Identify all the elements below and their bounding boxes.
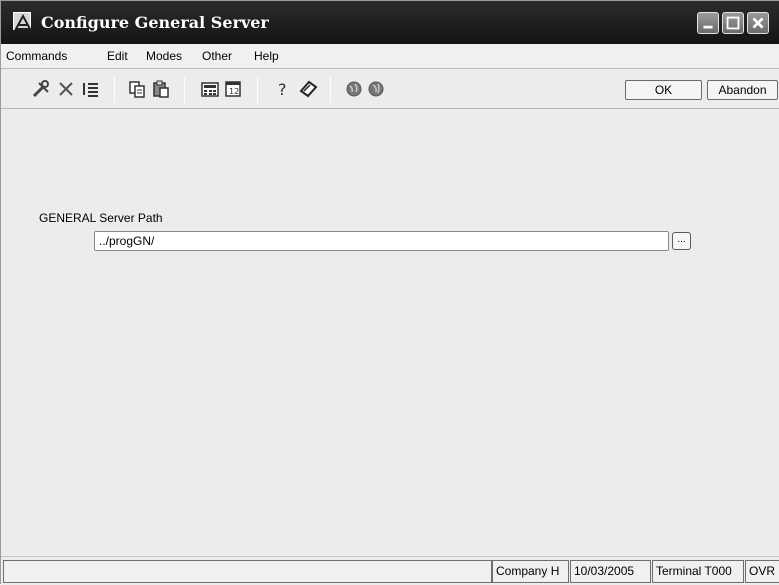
list-icon[interactable] xyxy=(81,79,101,99)
menu-other[interactable]: Other xyxy=(202,49,232,63)
globe-back-icon[interactable] xyxy=(344,79,364,99)
app-icon xyxy=(13,12,32,30)
menu-help[interactable]: Help xyxy=(254,49,279,63)
configure-general-server-window: Configure General Server Commands Edit M… xyxy=(0,0,779,585)
paste-icon[interactable] xyxy=(151,79,171,99)
menu-bar: Commands Edit Modes Other Help xyxy=(1,44,779,69)
title-bar[interactable]: Configure General Server xyxy=(1,1,779,44)
svg-text:12: 12 xyxy=(229,87,239,96)
menu-edit[interactable]: Edit xyxy=(107,49,128,63)
calendar-icon[interactable]: 12 xyxy=(223,79,243,99)
browse-button[interactable]: ... xyxy=(672,232,691,250)
calculator-icon[interactable] xyxy=(200,79,220,99)
status-company: Company H xyxy=(492,560,569,583)
status-date: 10/03/2005 xyxy=(570,560,651,583)
toolbar-separator xyxy=(184,77,185,103)
server-path-input[interactable] xyxy=(94,231,669,251)
toolbar-separator xyxy=(330,77,331,103)
globe-forward-icon[interactable] xyxy=(366,79,386,99)
close-x-icon[interactable] xyxy=(56,79,76,99)
minimize-button[interactable] xyxy=(697,12,719,34)
book-icon[interactable] xyxy=(298,79,318,99)
svg-text:?: ? xyxy=(278,80,287,99)
window-title: Configure General Server xyxy=(41,13,269,32)
toolbar-separator xyxy=(114,77,115,103)
help-icon[interactable]: ? xyxy=(274,79,294,99)
toolbar: 12 ? OK Abandon xyxy=(1,71,779,109)
maximize-button[interactable] xyxy=(722,12,744,34)
abandon-button[interactable]: Abandon xyxy=(707,80,778,100)
ok-button[interactable]: OK xyxy=(625,80,702,100)
menu-modes[interactable]: Modes xyxy=(146,49,182,63)
form-area: GENERAL Server Path ... xyxy=(1,110,779,554)
copy-icon[interactable] xyxy=(127,79,147,99)
status-terminal: Terminal T000 xyxy=(652,560,744,583)
status-bar: Company H 10/03/2005 Terminal T000 OVR xyxy=(1,556,779,585)
status-mode: OVR xyxy=(745,560,779,583)
status-message xyxy=(3,560,492,583)
tools-icon[interactable] xyxy=(31,79,51,99)
close-button[interactable] xyxy=(747,12,769,34)
menu-commands[interactable]: Commands xyxy=(6,49,67,63)
toolbar-separator xyxy=(257,77,258,103)
server-path-label: GENERAL Server Path xyxy=(39,211,163,225)
